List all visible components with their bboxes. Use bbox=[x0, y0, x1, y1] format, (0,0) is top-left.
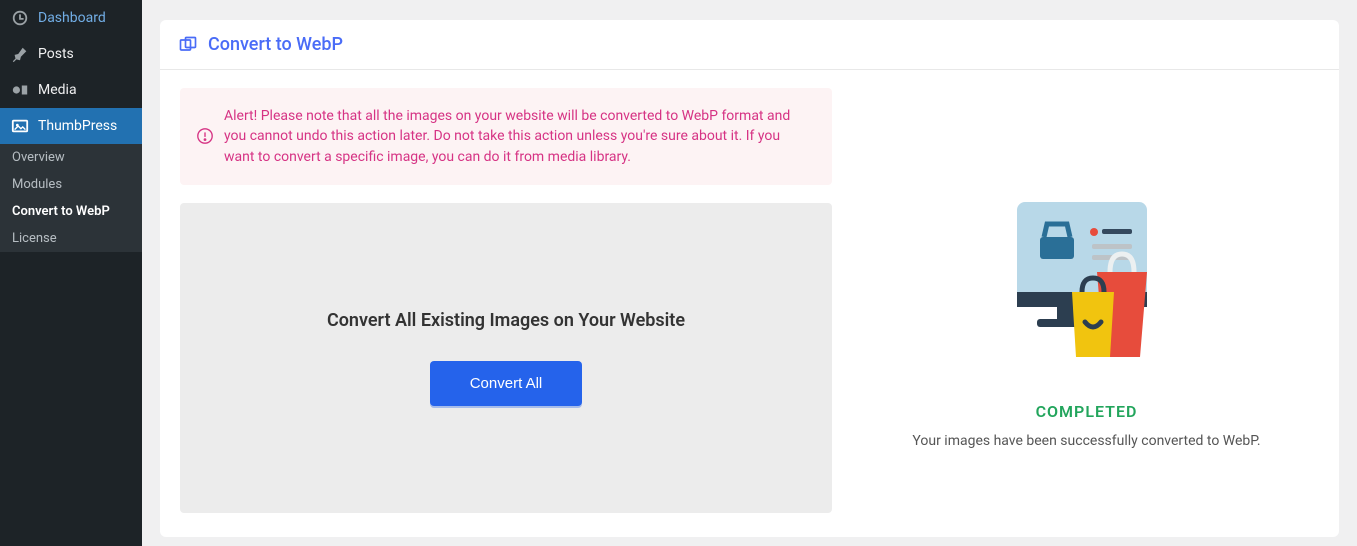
left-column: Alert! Please note that all the images o… bbox=[180, 88, 832, 513]
convert-all-button[interactable]: Convert All bbox=[430, 361, 583, 406]
dashboard-icon bbox=[10, 8, 30, 28]
media-icon bbox=[10, 80, 30, 100]
sidebar-item-label: ThumbPress bbox=[38, 118, 117, 134]
status-text: Your images have been successfully conve… bbox=[912, 433, 1260, 449]
sidebar-item-posts[interactable]: Posts bbox=[0, 36, 142, 72]
sidebar-item-media[interactable]: Media bbox=[0, 72, 142, 108]
status-title: COMPLETED bbox=[1036, 402, 1138, 421]
sidebar-subitem-license[interactable]: License bbox=[0, 225, 142, 252]
page-title: Convert to WebP bbox=[208, 34, 343, 55]
convert-heading: Convert All Existing Images on Your Webs… bbox=[327, 310, 685, 331]
convert-icon bbox=[178, 35, 198, 55]
sidebar-item-thumbpress[interactable]: ThumbPress bbox=[0, 108, 142, 144]
convert-panel: Convert All Existing Images on Your Webs… bbox=[180, 203, 832, 513]
pin-icon bbox=[10, 44, 30, 64]
sidebar-item-label: Posts bbox=[38, 46, 74, 62]
alert-text: Alert! Please note that all the images o… bbox=[224, 106, 812, 167]
main-content: Convert to WebP Alert! Please note that … bbox=[142, 0, 1357, 546]
sidebar-item-label: Dashboard bbox=[38, 10, 106, 26]
sidebar-subitem-modules[interactable]: Modules bbox=[0, 171, 142, 198]
info-icon bbox=[196, 127, 214, 145]
page-header: Convert to WebP bbox=[160, 20, 1339, 70]
sidebar-subitem-convert[interactable]: Convert to WebP bbox=[0, 198, 142, 225]
sidebar-item-dashboard[interactable]: Dashboard bbox=[0, 0, 142, 36]
right-column: COMPLETED Your images have been successf… bbox=[854, 88, 1319, 513]
sidebar-subitem-overview[interactable]: Overview bbox=[0, 144, 142, 171]
thumbpress-icon bbox=[10, 116, 30, 136]
page-body: Alert! Please note that all the images o… bbox=[160, 70, 1339, 537]
alert-box: Alert! Please note that all the images o… bbox=[180, 88, 832, 185]
sidebar-item-label: Media bbox=[38, 82, 77, 98]
completed-illustration bbox=[1002, 192, 1172, 382]
admin-sidebar: Dashboard Posts Media ThumbPress Overvie… bbox=[0, 0, 142, 546]
